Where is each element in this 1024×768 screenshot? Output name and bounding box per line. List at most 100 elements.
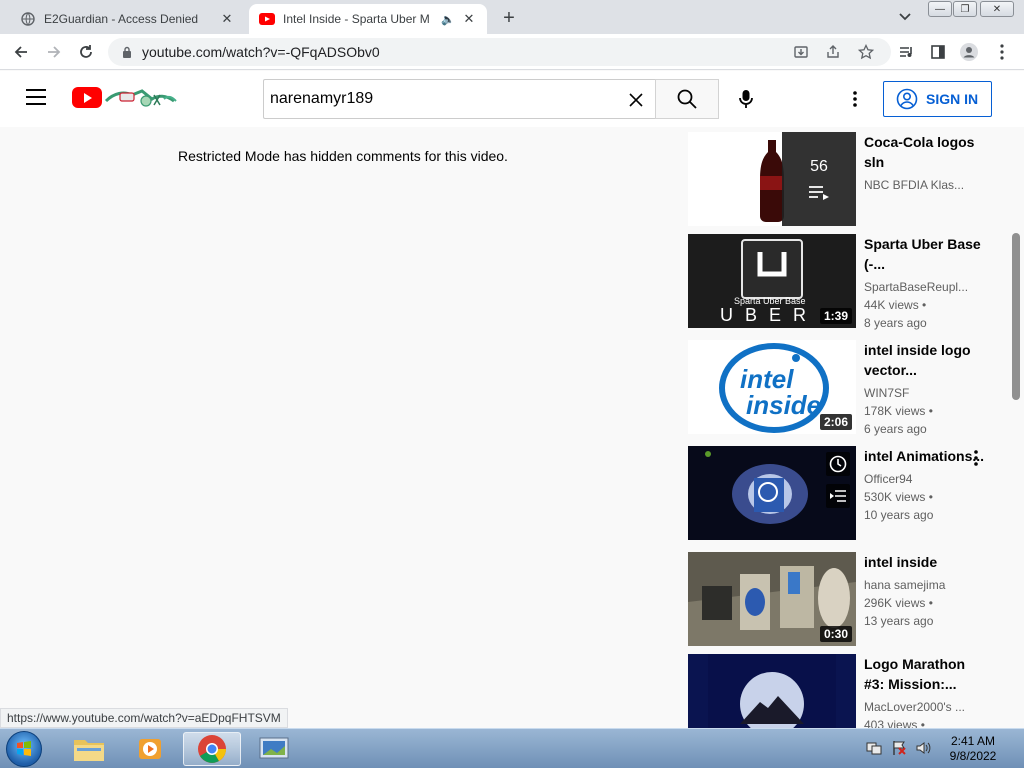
more-options-icon[interactable]: [845, 89, 865, 109]
video-thumbnail[interactable]: intel inside 2:06: [688, 340, 856, 434]
windows-taskbar: 2:41 AM 9/8/2022: [0, 728, 1024, 768]
address-bar[interactable]: youtube.com/watch?v=-QFqADSObv0: [108, 38, 891, 66]
tab-e2guardian[interactable]: E2Guardian - Access Denied ✕: [10, 4, 245, 34]
sign-in-label: SIGN IN: [926, 91, 979, 107]
channel-name[interactable]: hana samejima: [864, 576, 988, 594]
side-panel-icon[interactable]: [927, 41, 949, 63]
video-title[interactable]: intel inside logo vector...: [864, 340, 988, 380]
video-title[interactable]: Sparta Uber Base (-...: [864, 234, 988, 274]
video-thumbnail[interactable]: [688, 654, 856, 728]
lock-icon[interactable]: [120, 45, 134, 59]
taskbar-media-player[interactable]: [121, 732, 179, 766]
globe-icon: [20, 11, 36, 27]
clock-time: 2:41 AM: [950, 734, 996, 748]
profile-avatar-icon[interactable]: [958, 41, 980, 63]
search-icon: [677, 89, 697, 109]
video-title[interactable]: intel inside: [864, 552, 988, 572]
browser-menu-icon[interactable]: [991, 41, 1013, 63]
watch-later-icon[interactable]: [826, 452, 850, 476]
tab-youtube-video[interactable]: Intel Inside - Sparta Uber M 🔈 ✕: [249, 4, 487, 34]
network-icon[interactable]: [865, 739, 883, 757]
upload-age: 10 years ago: [864, 508, 934, 522]
minimize-button[interactable]: —: [928, 1, 952, 17]
video-thumbnail[interactable]: [688, 446, 856, 540]
clock-date: 9/8/2022: [949, 749, 997, 763]
thumb-brand: UBER: [720, 305, 819, 325]
restricted-mode-message: Restricted Mode has hidden comments for …: [178, 148, 508, 164]
video-meta: intel inside hana samejima 296K views • …: [864, 552, 988, 630]
youtube-header: narenamyr189 SIGN IN: [0, 71, 1024, 127]
youtube-favicon-icon: [259, 11, 275, 27]
video-thumbnail[interactable]: 56: [688, 132, 856, 226]
video-thumbnail[interactable]: Sparta Uber Base UBER 1:39: [688, 234, 856, 328]
account-circle-icon: [896, 88, 918, 110]
channel-name[interactable]: SpartaBaseReupl...: [864, 278, 988, 296]
video-meta: intel inside logo vector... WIN7SF 178K …: [864, 340, 988, 438]
windows-logo-icon: [17, 741, 31, 756]
share-icon[interactable]: [824, 43, 842, 61]
video-duration: 0:30: [819, 626, 852, 642]
tab-title: E2Guardian - Access Denied: [44, 12, 199, 26]
view-count: 530K views •: [864, 490, 933, 504]
new-tab-plus-icon[interactable]: +: [498, 7, 520, 29]
recommendation-item[interactable]: Logo Marathon #3: Mission:... MacLover20…: [688, 654, 1008, 728]
start-button[interactable]: [6, 731, 42, 767]
video-thumbnail[interactable]: 0:30: [688, 552, 856, 646]
reload-icon[interactable]: [75, 41, 97, 63]
clear-search-icon[interactable]: [626, 90, 646, 110]
channel-name[interactable]: Officer94: [864, 470, 988, 488]
media-control-icon[interactable]: [895, 41, 917, 63]
browser-tab-strip: E2Guardian - Access Denied ✕ Intel Insid…: [0, 0, 1024, 34]
speaker-icon[interactable]: 🔈: [441, 13, 455, 26]
url-text: youtube.com/watch?v=-QFqADSObv0: [142, 44, 380, 60]
chevron-down-icon[interactable]: [896, 8, 914, 26]
add-to-queue-icon[interactable]: [826, 484, 850, 508]
recommendation-item[interactable]: intel Animations... Officer94 530K views…: [688, 446, 1008, 540]
upload-age: 8 years ago: [864, 316, 927, 330]
volume-icon[interactable]: [914, 739, 932, 757]
tab-close-icon[interactable]: ✕: [461, 11, 477, 27]
search-button[interactable]: [655, 79, 719, 119]
playlist-count: 56: [810, 158, 828, 175]
channel-name[interactable]: WIN7SF: [864, 384, 988, 402]
tab-close-icon[interactable]: ✕: [219, 11, 235, 27]
restore-button[interactable]: ❐: [953, 1, 977, 17]
taskbar-chrome[interactable]: [183, 732, 241, 766]
folder-icon: [74, 740, 104, 761]
video-meta: Sparta Uber Base (-... SpartaBaseReupl..…: [864, 234, 988, 332]
page-scrollbar[interactable]: [1012, 233, 1020, 400]
action-center-flag-icon[interactable]: [890, 739, 908, 757]
channel-name[interactable]: MacLover2000's ...: [864, 698, 988, 716]
forward-arrow-icon[interactable]: [43, 41, 65, 63]
youtube-logo-icon[interactable]: [72, 87, 102, 108]
bookmark-star-icon[interactable]: [857, 43, 875, 61]
status-bar-url: https://www.youtube.com/watch?v=aEDpqFHT…: [0, 708, 288, 728]
video-title[interactable]: Logo Marathon #3: Mission:...: [864, 654, 988, 694]
taskbar-file-explorer[interactable]: [60, 732, 118, 766]
browser-toolbar: youtube.com/watch?v=-QFqADSObv0: [0, 34, 1024, 70]
video-title[interactable]: Coca-Cola logos sln: [864, 132, 988, 172]
back-arrow-icon[interactable]: [10, 41, 32, 63]
recommendation-item[interactable]: intel inside 2:06 intel inside logo vect…: [688, 340, 1008, 436]
more-actions-icon[interactable]: [968, 448, 984, 468]
microphone-icon[interactable]: [734, 87, 758, 111]
close-window-button[interactable]: ✕: [980, 1, 1014, 17]
recommendation-item[interactable]: 0:30 intel inside hana samejima 296K vie…: [688, 552, 1008, 646]
view-count: 296K views •: [864, 596, 933, 610]
search-input[interactable]: narenamyr189: [263, 79, 656, 119]
recommendation-item[interactable]: 56 Coca-Cola logos sln NBC BFDIA Klas...: [688, 132, 1008, 226]
channel-name[interactable]: NBC BFDIA Klas...: [864, 176, 988, 194]
recommendation-item[interactable]: Sparta Uber Base UBER 1:39 Sparta Uber B…: [688, 234, 1008, 330]
menu-icon[interactable]: [26, 89, 46, 105]
taskbar-remote-desktop[interactable]: [245, 732, 303, 766]
view-count: 403 views •: [864, 718, 925, 728]
doodle-logo-icon[interactable]: [104, 85, 178, 113]
search-query: narenamyr189: [270, 90, 374, 107]
media-player-icon: [139, 739, 161, 759]
playlist-icon: [809, 186, 829, 200]
system-clock[interactable]: 2:41 AM 9/8/2022: [944, 734, 1002, 764]
install-app-icon[interactable]: [792, 43, 810, 61]
upload-age: 6 years ago: [864, 422, 927, 436]
playlist-overlay: 56: [782, 132, 856, 226]
sign-in-button[interactable]: SIGN IN: [883, 81, 992, 117]
